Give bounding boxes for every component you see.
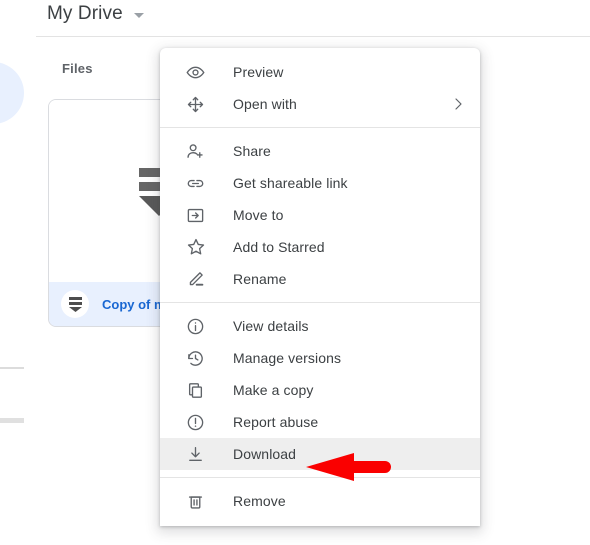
menu-item-label: Open with bbox=[233, 96, 297, 112]
menu-item-view-details[interactable]: View details bbox=[160, 310, 480, 342]
context-menu-separator-1 bbox=[160, 127, 480, 128]
pencil-icon bbox=[185, 269, 206, 290]
menu-item-label: Remove bbox=[233, 493, 286, 509]
files-section-label: Files bbox=[62, 61, 93, 76]
trash-icon bbox=[185, 491, 206, 512]
context-menu-group-1: Preview Open with bbox=[160, 56, 480, 120]
file-card-name[interactable]: Copy of m bbox=[102, 297, 166, 312]
context-menu-group-4: Remove bbox=[160, 485, 480, 526]
breadcrumb-title[interactable]: My Drive bbox=[47, 2, 123, 26]
menu-item-remove[interactable]: Remove bbox=[160, 485, 480, 517]
context-menu-separator-2 bbox=[160, 302, 480, 303]
menu-item-label: Move to bbox=[233, 207, 284, 223]
menu-item-label: Share bbox=[233, 143, 271, 159]
menu-item-label: Report abuse bbox=[233, 414, 319, 430]
chevron-right-icon bbox=[450, 96, 466, 112]
breadcrumb[interactable]: My Drive bbox=[47, 2, 144, 26]
context-menu-group-2: Share Get shareable link Move to Add to … bbox=[160, 135, 480, 295]
sidebar-placeholder-line-1 bbox=[0, 367, 24, 369]
menu-item-preview[interactable]: Preview bbox=[160, 56, 480, 88]
menu-item-make-a-copy[interactable]: Make a copy bbox=[160, 374, 480, 406]
menu-item-report-abuse[interactable]: Report abuse bbox=[160, 406, 480, 438]
info-circle-icon bbox=[185, 316, 206, 337]
copy-icon bbox=[185, 380, 206, 401]
menu-item-rename[interactable]: Rename bbox=[160, 263, 480, 295]
link-icon bbox=[185, 173, 206, 194]
eye-icon bbox=[185, 62, 206, 83]
header-divider bbox=[36, 36, 590, 37]
sidebar-placeholder-line-2 bbox=[0, 418, 24, 423]
menu-item-label: Rename bbox=[233, 271, 287, 287]
history-restore-icon bbox=[185, 348, 206, 369]
sidebar-selection-pill[interactable] bbox=[0, 62, 24, 124]
menu-item-share[interactable]: Share bbox=[160, 135, 480, 167]
menu-item-add-to-starred[interactable]: Add to Starred bbox=[160, 231, 480, 263]
open-with-move-icon bbox=[185, 94, 206, 115]
star-outline-icon bbox=[185, 237, 206, 258]
menu-item-manage-versions[interactable]: Manage versions bbox=[160, 342, 480, 374]
menu-item-move-to[interactable]: Move to bbox=[160, 199, 480, 231]
move-to-folder-icon bbox=[185, 205, 206, 226]
chevron-down-icon[interactable] bbox=[133, 13, 144, 18]
menu-item-open-with[interactable]: Open with bbox=[160, 88, 480, 120]
forms-file-icon bbox=[61, 290, 89, 318]
menu-item-label: Manage versions bbox=[233, 350, 342, 366]
context-menu-group-3: View details Manage versions Make a copy bbox=[160, 310, 480, 470]
menu-item-label: View details bbox=[233, 318, 309, 334]
download-icon bbox=[185, 444, 206, 465]
menu-item-label: Add to Starred bbox=[233, 239, 325, 255]
context-menu-bottom-padding bbox=[160, 517, 480, 526]
menu-item-label: Make a copy bbox=[233, 382, 314, 398]
menu-item-label: Get shareable link bbox=[233, 175, 348, 191]
drive-header: My Drive bbox=[0, 0, 590, 37]
menu-item-label: Download bbox=[233, 446, 297, 462]
exclamation-circle-icon bbox=[185, 412, 206, 433]
menu-item-label: Preview bbox=[233, 64, 284, 80]
person-add-icon bbox=[185, 141, 206, 162]
annotation-arrow bbox=[306, 453, 391, 481]
menu-item-get-shareable-link[interactable]: Get shareable link bbox=[160, 167, 480, 199]
